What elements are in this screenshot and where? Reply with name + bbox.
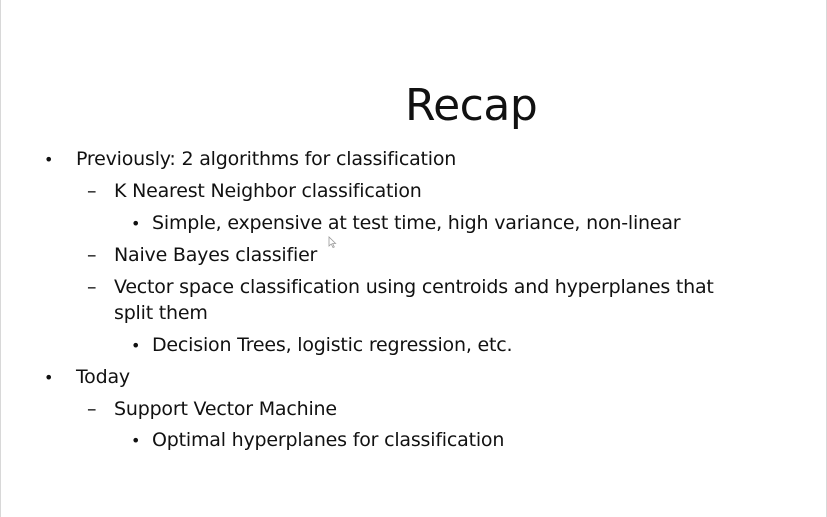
dash-marker: – (87, 276, 97, 298)
bullet-text: Previously: 2 algorithms for classificat… (76, 148, 457, 170)
bullet-text: Vector space classification using centro… (114, 276, 714, 298)
bullet-text: K Nearest Neighbor classification (114, 180, 422, 202)
bullet-text-continuation: split them (114, 302, 208, 324)
dash-marker: – (87, 244, 97, 266)
slide: Recap • Previously: 2 algorithms for cla… (0, 0, 827, 517)
bullet-marker: • (44, 368, 54, 387)
bullet-list: • Previously: 2 algorithms for classific… (1, 0, 827, 517)
bullet-text: Naive Bayes classifier (114, 244, 318, 266)
bullet-text: Simple, expensive at test time, high var… (152, 212, 681, 234)
dash-marker: – (87, 398, 97, 420)
mouse-cursor-icon (328, 236, 337, 248)
dash-marker: – (87, 180, 97, 202)
bullet-marker: • (131, 214, 141, 233)
bullet-text: Today (76, 366, 130, 388)
bullet-text: Decision Trees, logistic regression, etc… (152, 334, 513, 356)
bullet-marker: • (131, 431, 141, 450)
bullet-text: Support Vector Machine (114, 398, 337, 420)
bullet-marker: • (131, 336, 141, 355)
bullet-marker: • (44, 150, 54, 169)
bullet-text: Optimal hyperplanes for classification (152, 429, 505, 451)
